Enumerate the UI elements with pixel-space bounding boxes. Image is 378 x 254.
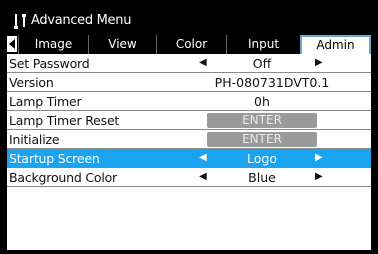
osd-menu: Advanced Menu Image View Color Input Adm… xyxy=(0,0,378,254)
tab-input[interactable]: Input xyxy=(226,35,300,54)
row-empty xyxy=(7,187,371,206)
window-title: Advanced Menu xyxy=(31,13,132,28)
row-label: Version xyxy=(9,75,54,90)
wrench-screwdriver-icon xyxy=(14,14,26,29)
arrow-right-icon[interactable]: ▶ xyxy=(315,171,323,182)
row-value: 0h xyxy=(254,94,270,109)
row-value: PH-080731DVT0.1 xyxy=(214,75,330,90)
row-label: Lamp Timer xyxy=(9,94,82,109)
row-label: Lamp Timer Reset xyxy=(9,113,120,128)
enter-button[interactable]: ENTER xyxy=(207,113,317,128)
row-value: Blue xyxy=(248,170,276,185)
row-value: Logo xyxy=(247,151,277,166)
row-startup-screen[interactable]: Startup Screen ◀ Logo ▶ xyxy=(7,149,371,168)
row-background-color[interactable]: Background Color ◀ Blue ▶ xyxy=(7,168,371,187)
tab-bar: Image View Color Input Admin xyxy=(0,34,378,54)
row-set-password[interactable]: Set Password ◀ Off ▶ xyxy=(7,54,371,73)
row-initialize: Initialize ENTER xyxy=(7,130,371,149)
enter-button[interactable]: ENTER xyxy=(207,132,317,147)
tab-image[interactable]: Image xyxy=(18,35,88,54)
arrow-right-icon[interactable]: ▶ xyxy=(315,152,323,163)
tab-view[interactable]: View xyxy=(88,35,156,54)
row-label: Initialize xyxy=(9,132,60,147)
title-bar: Advanced Menu xyxy=(0,0,378,34)
triangle-left-icon xyxy=(9,39,15,49)
row-version: Version PH-080731DVT0.1 xyxy=(7,73,371,92)
row-lamp-timer-reset: Lamp Timer Reset ENTER xyxy=(7,111,371,130)
arrow-left-icon[interactable]: ◀ xyxy=(199,57,207,68)
row-label: Set Password xyxy=(9,56,90,71)
row-label: Background Color xyxy=(9,170,117,185)
row-lamp-timer: Lamp Timer 0h xyxy=(7,92,371,111)
settings-list: Set Password ◀ Off ▶ Version PH-080731DV… xyxy=(7,54,371,250)
arrow-right-icon[interactable]: ▶ xyxy=(315,57,323,68)
arrow-left-icon[interactable]: ◀ xyxy=(199,152,207,163)
row-label: Startup Screen xyxy=(9,151,100,166)
tab-prev-button[interactable] xyxy=(7,36,17,52)
row-value: Off xyxy=(252,56,272,71)
arrow-left-icon[interactable]: ◀ xyxy=(199,171,207,182)
tab-color[interactable]: Color xyxy=(156,35,226,54)
tab-admin[interactable]: Admin xyxy=(300,35,371,54)
